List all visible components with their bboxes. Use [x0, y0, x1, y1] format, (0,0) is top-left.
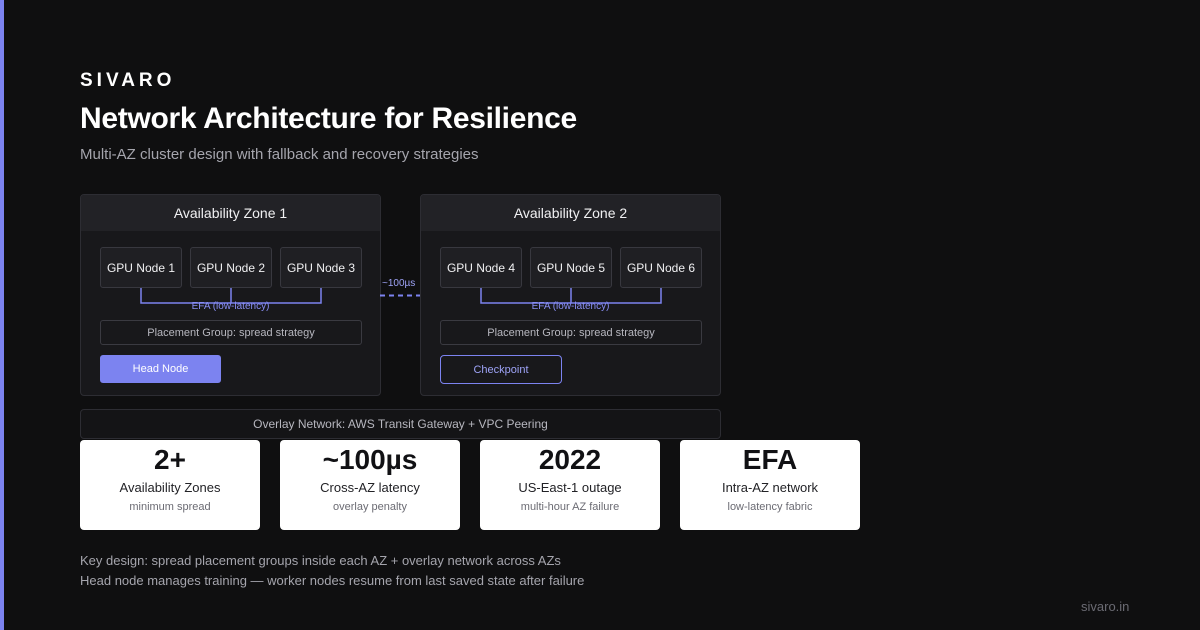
stat-value: EFA	[742, 444, 798, 475]
stat-value: ~100µs	[322, 444, 418, 475]
design-note: Head node manages training — worker node…	[80, 573, 585, 588]
footer-url: sivaro.in	[1081, 599, 1130, 614]
availability-zone-2: Availability Zone 2 GPU Node 4 GPU Node …	[420, 194, 721, 396]
stat-card-efa: EFA Intra-AZ network low-latency fabric	[680, 440, 860, 530]
stat-label: US-East-1 outage	[518, 480, 622, 495]
stat-note: low-latency fabric	[727, 501, 813, 513]
stat-note: overlay penalty	[333, 501, 407, 513]
head-node-button[interactable]: Head Node	[100, 355, 221, 383]
stat-label: Cross-AZ latency	[320, 480, 420, 495]
stat-card-zones: 2+ Availability Zones minimum spread	[80, 440, 260, 530]
stat-value: 2+	[154, 444, 186, 475]
efa-label: EFA (low-latency)	[531, 301, 610, 312]
cross-az-latency-label: ~100µs	[382, 278, 416, 289]
stat-card-latency: ~100µs Cross-AZ latency overlay penalty	[280, 440, 460, 530]
checkpoint-button[interactable]: Checkpoint	[440, 355, 562, 384]
stat-value: 2022	[538, 444, 602, 475]
stat-card-outage: 2022 US-East-1 outage multi-hour AZ fail…	[480, 440, 660, 530]
brand-logo: SIVARO	[80, 70, 176, 91]
stat-label: Intra-AZ network	[721, 480, 819, 495]
cross-az-link	[380, 294, 420, 297]
overlay-network: Overlay Network: AWS Transit Gateway + V…	[80, 409, 721, 439]
stat-label: Availability Zones	[119, 480, 221, 495]
design-note: Key design: spread placement groups insi…	[80, 553, 561, 568]
page-title: Network Architecture for Resilience	[80, 102, 577, 135]
page-subtitle: Multi-AZ cluster design with fallback an…	[80, 146, 479, 163]
placement-group: Placement Group: spread strategy	[100, 320, 362, 345]
accent-bar	[0, 0, 4, 630]
stat-note: multi-hour AZ failure	[520, 501, 620, 513]
efa-label: EFA (low-latency)	[191, 301, 270, 312]
stat-note: minimum spread	[129, 501, 211, 513]
placement-group: Placement Group: spread strategy	[440, 320, 702, 345]
availability-zone-1: Availability Zone 1 GPU Node 1 GPU Node …	[80, 194, 381, 396]
